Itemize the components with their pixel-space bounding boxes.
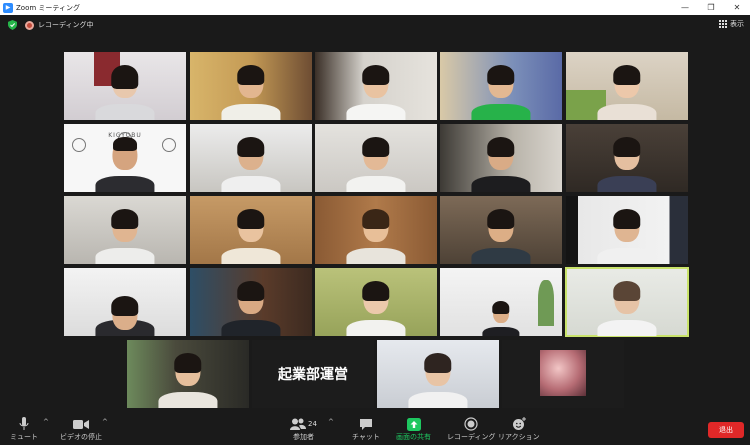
participant-video[interactable] (440, 268, 562, 336)
zoom-logo-icon: ▶ (3, 2, 13, 13)
participant-video[interactable] (440, 52, 562, 120)
participant-video[interactable] (440, 196, 562, 264)
audio-options-caret-icon[interactable]: ^ (43, 418, 49, 426)
participant-video[interactable] (127, 340, 249, 408)
participant-video[interactable] (64, 268, 186, 336)
share-screen-button[interactable]: 画面の共有 (396, 416, 431, 442)
participant-video[interactable] (440, 124, 562, 192)
profile-picture (540, 350, 586, 396)
meeting-toolbar: ミュート ^ ビデオの停止 ^ 24 参加者 ^ チャット 画面の共有 レコーデ… (0, 410, 750, 445)
participant-video[interactable] (64, 52, 186, 120)
mute-button[interactable]: ミュート (10, 416, 38, 442)
window-title: Zoom ミーティング (16, 3, 80, 12)
chat-bubble-icon (359, 418, 372, 430)
recording-button[interactable]: レコーディング (447, 416, 496, 442)
participant-video[interactable] (566, 52, 688, 120)
participant-video[interactable] (190, 268, 312, 336)
video-camera-icon (73, 419, 89, 429)
close-button[interactable]: ✕ (724, 0, 750, 15)
participant-name-tile[interactable]: 起業部運営 (252, 340, 374, 408)
window-title-bar: ▶ Zoom ミーティング — ❐ ✕ (0, 0, 750, 15)
share-screen-icon (406, 417, 421, 431)
participant-name: 起業部運営 (278, 367, 348, 383)
participant-video[interactable] (315, 196, 437, 264)
leave-meeting-button[interactable]: 退出 (708, 422, 744, 438)
participants-button[interactable]: 24 参加者 (290, 416, 317, 442)
view-button[interactable]: 表示 (719, 19, 744, 29)
recording-label: レコーディング中 (38, 21, 94, 29)
participant-video[interactable] (190, 196, 312, 264)
minimize-button[interactable]: — (672, 0, 698, 15)
participant-video[interactable] (315, 268, 437, 336)
maximize-button[interactable]: ❐ (698, 0, 724, 15)
participants-options-caret-icon[interactable]: ^ (328, 418, 334, 426)
participant-video[interactable] (190, 124, 312, 192)
participant-video[interactable]: KIGYOBU (64, 124, 186, 192)
view-label: 表示 (730, 20, 744, 28)
chat-button[interactable]: チャット (352, 416, 380, 442)
participant-video[interactable] (566, 196, 688, 264)
participant-video[interactable] (315, 52, 437, 120)
participant-video[interactable] (566, 124, 688, 192)
record-icon (464, 417, 478, 431)
recording-indicator[interactable]: レコーディング中 (25, 20, 94, 30)
recording-dot-icon (25, 20, 34, 30)
company-logo-icon (162, 138, 176, 152)
participants-icon (290, 418, 306, 430)
security-shield-icon[interactable] (8, 20, 17, 30)
stop-video-button[interactable]: ビデオの停止 (60, 416, 102, 442)
participant-video[interactable] (377, 340, 499, 408)
microphone-icon (19, 417, 29, 430)
participant-video[interactable] (315, 124, 437, 192)
participant-video-active-speaker[interactable] (565, 267, 689, 337)
reactions-button[interactable]: リアクション (498, 416, 540, 442)
video-options-caret-icon[interactable]: ^ (102, 418, 108, 426)
participant-video[interactable] (64, 196, 186, 264)
grid-view-icon (719, 20, 727, 28)
meeting-info-bar: レコーディング中 表示 (0, 15, 750, 35)
reaction-emoji-icon (512, 417, 526, 430)
company-logo-icon (72, 138, 86, 152)
participant-count: 24 (308, 420, 317, 428)
participant-video[interactable] (502, 340, 624, 408)
participant-video[interactable] (190, 52, 312, 120)
